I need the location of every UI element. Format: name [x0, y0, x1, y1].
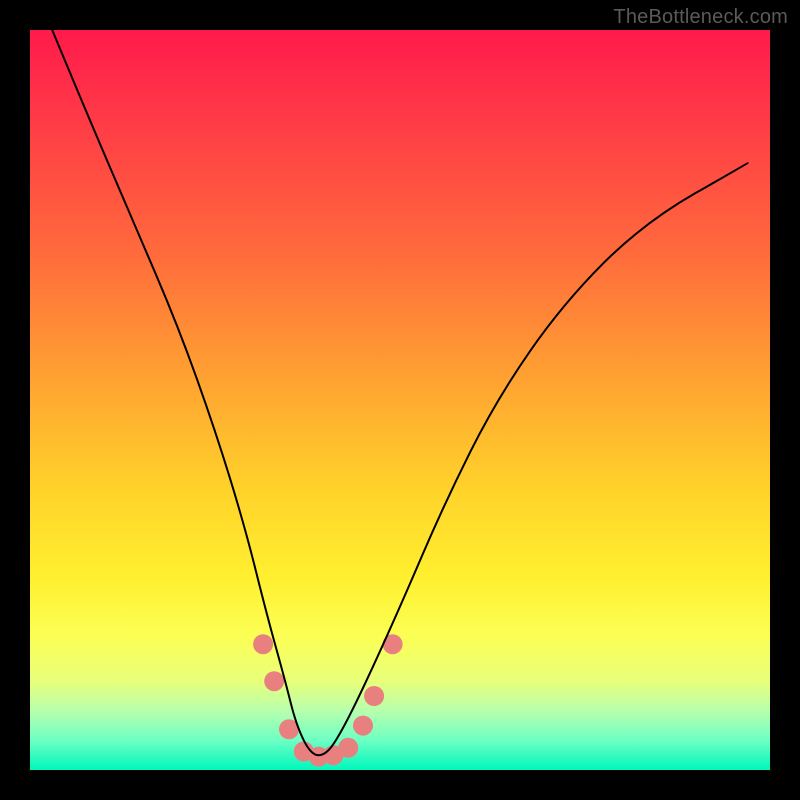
- data-marker: [364, 686, 384, 706]
- outer-frame: TheBottleneck.com: [0, 0, 800, 800]
- marker-layer: [253, 634, 403, 766]
- data-marker: [253, 634, 273, 654]
- data-marker: [353, 716, 373, 736]
- chart-svg: [30, 30, 770, 770]
- plot-area: [30, 30, 770, 770]
- data-marker: [264, 671, 284, 691]
- data-marker: [338, 738, 358, 758]
- watermark-text: TheBottleneck.com: [613, 6, 788, 29]
